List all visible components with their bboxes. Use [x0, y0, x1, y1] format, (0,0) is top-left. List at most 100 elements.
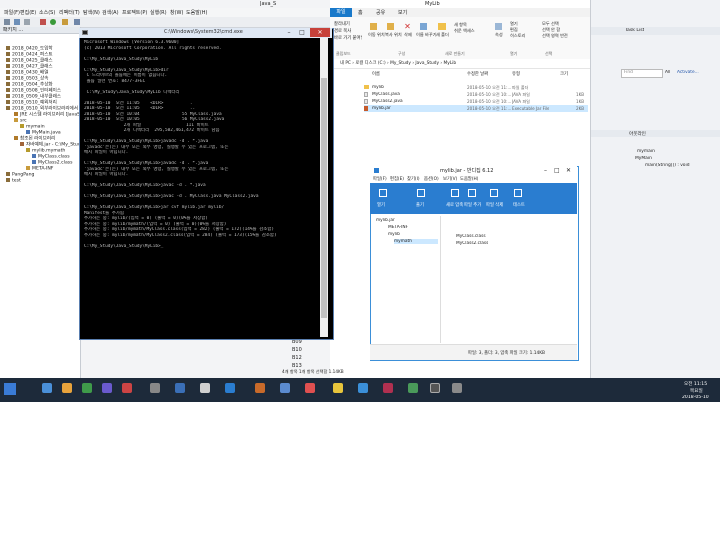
outline-tab[interactable]: 아웃라인 — [629, 131, 646, 137]
app-icon[interactable] — [358, 383, 368, 393]
file-row-selected[interactable]: mylib.jar 2018-05-10 오전 11:... Executabl… — [364, 105, 588, 112]
start-icon[interactable] — [4, 383, 16, 395]
delete-button[interactable]: 삭제 — [404, 32, 412, 38]
menu-search[interactable]: 검색(A) — [102, 9, 119, 16]
add-file-icon[interactable] — [468, 189, 476, 197]
col-type[interactable]: 유형 — [512, 71, 520, 77]
bz-open-button[interactable]: 열기 — [377, 202, 385, 208]
new-folder-icon[interactable] — [438, 23, 446, 30]
col-size[interactable]: 크기 — [560, 71, 568, 77]
bz-delete-file-button[interactable]: 파일 삭제 — [486, 202, 503, 208]
app-icon[interactable] — [225, 383, 235, 393]
file-row[interactable]: mylib 2018-05-10 오전 11:... 파일 폴더 — [364, 84, 588, 91]
outline-item[interactable]: main(String[]) : void — [645, 163, 690, 168]
tree-folder[interactable]: mylib — [388, 232, 400, 237]
new-icon[interactable] — [4, 19, 10, 25]
clock-time[interactable]: 오전 11:15 — [684, 381, 707, 387]
bz-menu-file[interactable]: 파일(F) — [373, 176, 387, 182]
tab-file[interactable]: 파일 — [330, 8, 352, 17]
cmd-scrollbar[interactable] — [320, 38, 328, 337]
tab-share[interactable]: 공유 — [376, 9, 385, 16]
tree-root[interactable]: mylib.jar — [376, 218, 395, 223]
menu-project[interactable]: 프로젝트(P) — [122, 9, 147, 16]
archive-file[interactable]: MyClass2.class — [456, 241, 488, 246]
tree-folder[interactable]: META-INF — [388, 225, 408, 230]
breadcrumb[interactable]: 내 PC › 로컬 디스크 (C:) › My_Study › Java_Stu… — [340, 60, 456, 66]
minimize-icon[interactable]: – — [544, 167, 547, 174]
menu-file[interactable]: 파일(F) — [4, 9, 20, 16]
test-icon[interactable] — [514, 189, 522, 197]
app-icon[interactable] — [305, 383, 315, 393]
address-bar[interactable]: 내 PC › 로컬 디스크 (C:) › My_Study › Java_Stu… — [330, 59, 590, 69]
rename-button[interactable]: 이름 바꾸기 — [416, 32, 437, 38]
bz-add-file-button[interactable]: 파일 추가 — [464, 202, 481, 208]
menu-help[interactable]: 도움말(H) — [186, 9, 207, 16]
debug-icon[interactable] — [40, 19, 46, 25]
app-icon[interactable] — [383, 383, 393, 393]
app-icon[interactable] — [102, 383, 112, 393]
task-list-tab[interactable]: Task List — [625, 28, 644, 33]
ie-icon[interactable] — [42, 383, 52, 393]
filter-all[interactable]: All — [665, 70, 670, 75]
invert-selection-button[interactable]: 선택 영역 반전 — [542, 33, 568, 39]
crumb-mylib[interactable]: MyLib — [444, 61, 457, 66]
copy-to-icon[interactable] — [387, 23, 394, 30]
save-icon[interactable] — [14, 19, 20, 25]
cut-button[interactable]: 잘라내기 — [334, 21, 350, 27]
menu-edit[interactable]: 편집(E) — [20, 9, 36, 16]
bz-menu-find[interactable]: 찾기(I) — [407, 176, 420, 182]
history-button[interactable]: 히스토리 — [510, 33, 525, 39]
bandizip-titlebar[interactable]: mylib.jar - 반디집 6.12 – □ ✕ — [370, 166, 577, 175]
extract-icon[interactable] — [417, 189, 425, 197]
app-icon[interactable] — [280, 383, 290, 393]
menu-window[interactable]: 창(W) — [170, 9, 183, 16]
move-to-icon[interactable] — [370, 23, 377, 30]
tab-home[interactable]: 홈 — [358, 9, 363, 16]
menu-run[interactable]: 실행(R) — [150, 9, 167, 16]
archive-file[interactable]: MyClass.class — [456, 234, 486, 239]
cmd-taskbar-icon[interactable] — [430, 383, 440, 393]
crumb-my-study[interactable]: My_Study — [390, 61, 411, 66]
app-icon[interactable] — [408, 383, 418, 393]
app-icon[interactable] — [175, 383, 185, 393]
outline-item[interactable]: MyMain — [635, 156, 652, 161]
package-explorer-tab[interactable]: 패키지 ... — [0, 27, 80, 34]
bz-menu-edit[interactable]: 편집(E) — [390, 176, 404, 182]
col-name[interactable]: 이름 — [372, 71, 380, 77]
properties-icon[interactable] — [495, 23, 502, 30]
bz-menu-options[interactable]: 옵션(O) — [424, 176, 439, 182]
print-icon[interactable] — [24, 19, 30, 25]
delete-file-icon[interactable] — [490, 189, 498, 197]
menu-source[interactable]: 소스(S) — [39, 9, 55, 16]
app-icon[interactable] — [122, 383, 132, 393]
copy-path-button[interactable]: 경로 복사 — [334, 28, 351, 34]
tree-folder-selected[interactable]: mymath — [394, 239, 438, 244]
app-icon[interactable] — [333, 383, 343, 393]
find-input[interactable]: Find — [621, 69, 663, 78]
bz-test-button[interactable]: 테스트 — [513, 202, 525, 208]
bz-new-archive-button[interactable]: 새로 압축 — [446, 202, 463, 208]
bz-menu-view[interactable]: 보기(V) — [443, 176, 457, 182]
file-row[interactable]: MyClass2.java 2018-05-10 오전 10:... JAVA … — [364, 98, 588, 105]
search-icon[interactable] — [74, 19, 80, 25]
properties-button[interactable]: 속성 — [495, 32, 503, 38]
crumb-this-pc[interactable]: 내 PC — [340, 61, 351, 66]
run-icon[interactable] — [50, 19, 56, 25]
col-date[interactable]: 수정한 날짜 — [467, 71, 488, 77]
scrollbar-thumb[interactable] — [321, 78, 327, 318]
cmd-console[interactable]: Microsoft Windows [Version 6.3.9600] (c) … — [84, 40, 328, 336]
menu-navigate[interactable]: 탐색(N) — [83, 9, 100, 16]
bz-menu-help[interactable]: 도움말(H) — [460, 176, 478, 182]
app-icon[interactable] — [255, 383, 265, 393]
app-icon[interactable] — [452, 383, 462, 393]
rename-icon[interactable] — [420, 23, 427, 30]
close-icon[interactable]: ✕ — [310, 28, 330, 37]
maximize-icon[interactable]: □ — [297, 29, 307, 36]
app-icon[interactable] — [150, 383, 160, 393]
package-icon[interactable] — [62, 19, 68, 25]
app-icon[interactable] — [82, 383, 92, 393]
crumb-java-study[interactable]: Java_Study — [415, 61, 439, 66]
activate-link[interactable]: Activate... — [677, 70, 699, 75]
crumb-c-drive[interactable]: 로컬 디스크 (C:) — [355, 61, 385, 66]
cmd-titlebar[interactable]: C:\Windows\System32\cmd.exe – □ ✕ — [79, 28, 332, 38]
